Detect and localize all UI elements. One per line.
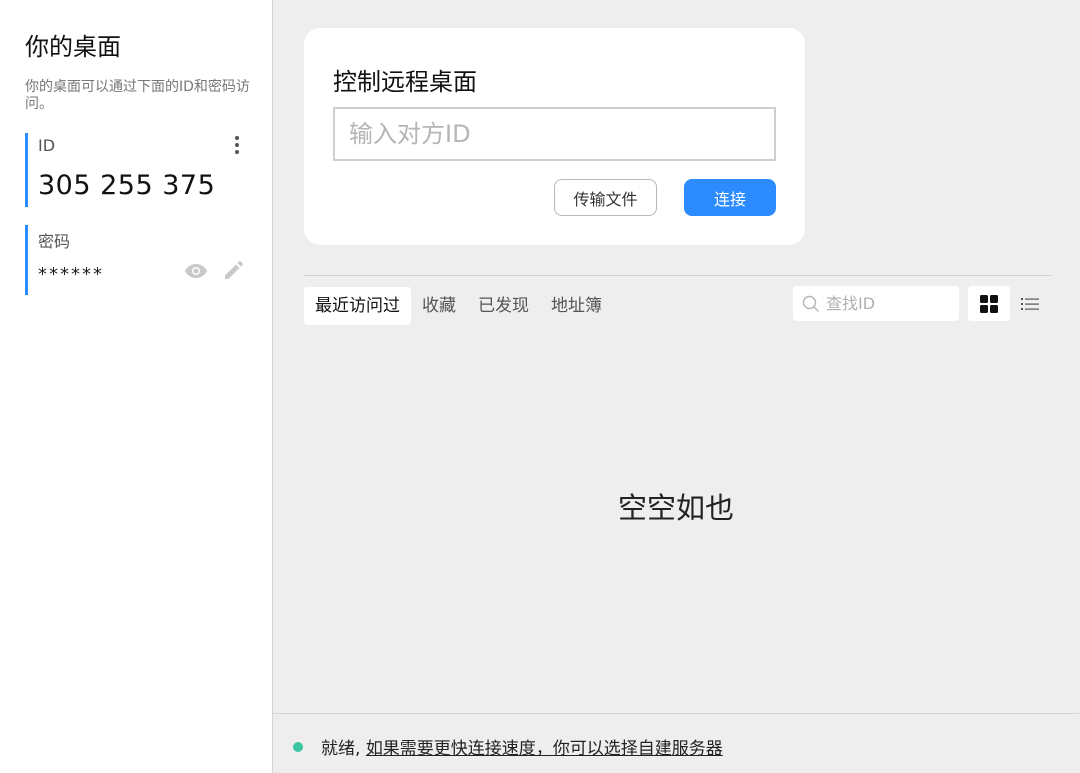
app-window: 你的桌面 你的桌面可以通过下面的ID和密码访问。 ID 305 255 375 …	[0, 0, 1080, 773]
status-bar: 就绪, 如果需要更快连接速度，你可以选择自建服务器	[273, 713, 1079, 773]
your-desktop-title: 你的桌面	[25, 33, 121, 61]
grid-view-button[interactable]	[968, 286, 1010, 321]
left-panel: 你的桌面 你的桌面可以通过下面的ID和密码访问。 ID 305 255 375 …	[0, 0, 273, 773]
id-label: ID	[38, 136, 56, 155]
id-section: ID 305 255 375	[25, 133, 250, 207]
status-text: 就绪, 如果需要更快连接速度，你可以选择自建服务器	[321, 734, 723, 759]
peer-tabs: 最近访问过 收藏 已发现 地址簿	[304, 287, 613, 325]
grid-icon	[980, 294, 998, 313]
tab-favorites[interactable]: 收藏	[411, 287, 467, 325]
search-box	[793, 286, 959, 321]
id-value: 305 255 375	[38, 170, 216, 201]
your-desktop-description: 你的桌面可以通过下面的ID和密码访问。	[25, 79, 250, 112]
self-host-server-link[interactable]: 如果需要更快连接速度，你可以选择自建服务器	[366, 739, 723, 759]
remote-id-input[interactable]	[333, 107, 776, 161]
main-area: 控制远程桌面 传输文件 连接 最近访问过 收藏 已发现 地址簿	[273, 0, 1080, 773]
search-id-input[interactable]	[826, 294, 946, 313]
tab-discovered[interactable]: 已发现	[467, 287, 540, 325]
status-state: 就绪,	[321, 739, 361, 759]
kebab-icon[interactable]	[229, 133, 245, 157]
card-title: 控制远程桌面	[333, 68, 477, 96]
password-label: 密码	[38, 232, 71, 251]
remote-control-card: 控制远程桌面 传输文件 连接	[304, 28, 805, 245]
list-view-button[interactable]	[1017, 286, 1043, 321]
transfer-file-button[interactable]: 传输文件	[554, 179, 657, 216]
password-value: ******	[38, 264, 104, 285]
tab-recent[interactable]: 最近访问过	[304, 287, 411, 325]
eye-icon[interactable]	[184, 263, 208, 279]
section-divider	[304, 275, 1052, 276]
list-icon	[1021, 297, 1039, 310]
empty-state-text: 空空如也	[617, 491, 734, 525]
tab-address-book[interactable]: 地址簿	[540, 287, 613, 325]
password-section: 密码 ******	[25, 225, 250, 295]
pencil-icon[interactable]	[223, 259, 245, 281]
search-icon	[802, 295, 819, 312]
status-indicator	[293, 742, 303, 752]
connect-button[interactable]: 连接	[684, 179, 776, 216]
